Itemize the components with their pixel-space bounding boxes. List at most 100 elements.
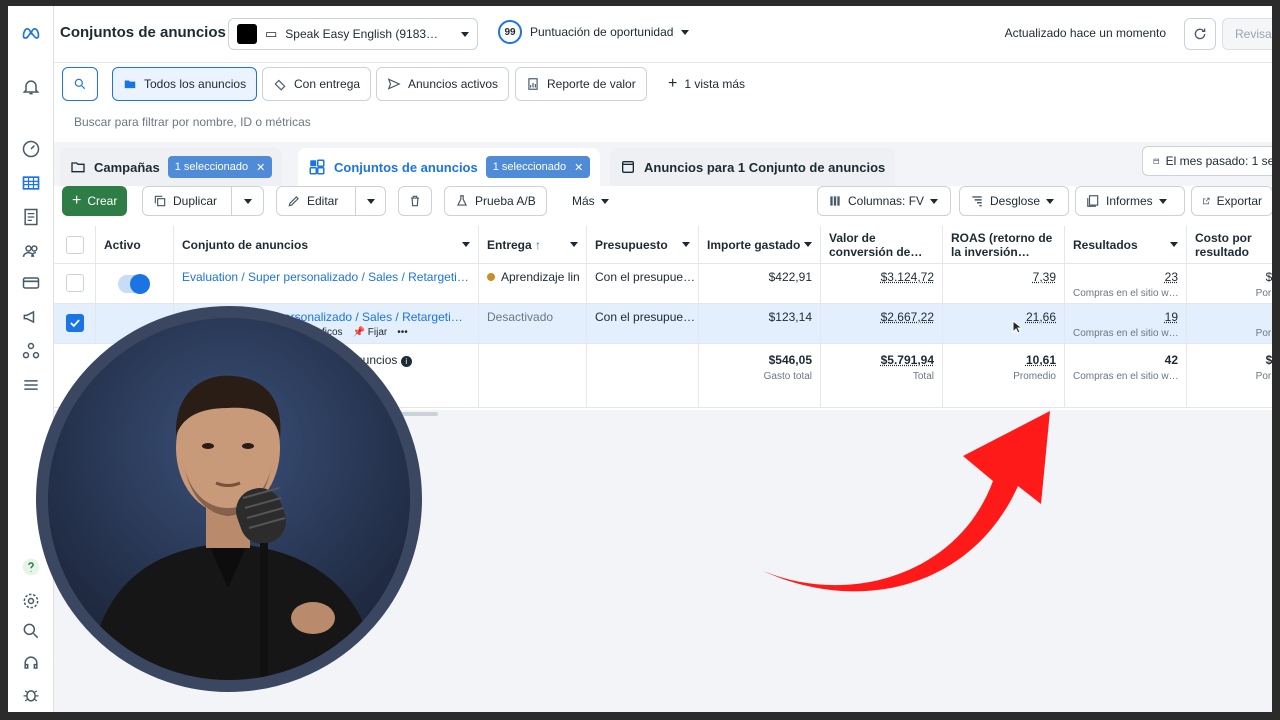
delivery-icon [274, 79, 286, 91]
chip-active-ads[interactable]: Anuncios activos [376, 67, 510, 101]
totals-budget-cell [587, 344, 699, 407]
header-results[interactable]: Resultados [1065, 226, 1187, 263]
search-button[interactable] [62, 67, 98, 101]
header-adset[interactable]: Conjunto de anuncios [174, 226, 479, 263]
active-toggle[interactable] [118, 274, 150, 294]
dashboard-gauge-icon[interactable] [16, 134, 46, 164]
close-icon[interactable]: ✕ [574, 161, 583, 174]
score-label: Puntuación de oportunidad [530, 25, 674, 39]
duplicate-button[interactable]: Duplicar [142, 186, 264, 216]
chevron-down-icon [600, 198, 609, 204]
chevron-down-icon [930, 198, 939, 204]
ad-account-selector[interactable]: ▭ Speak Easy English (9183… [228, 18, 478, 50]
header-label: Presupuesto [595, 237, 668, 252]
totals-results: 42 [1164, 353, 1178, 367]
tab-ads[interactable]: Anuncios para 1 Conjunto de anuncios [610, 148, 896, 186]
refresh-button[interactable] [1184, 18, 1216, 50]
edit-dropdown[interactable] [355, 187, 385, 215]
bug-report-icon[interactable] [16, 680, 46, 710]
delivery-status: Aprendizaje lin [501, 270, 580, 284]
tab-campaigns[interactable]: Campañas 1 seleccionado ✕ [60, 148, 283, 186]
chevron-down-icon [681, 29, 690, 35]
chip-with-delivery[interactable]: Con entrega [262, 67, 372, 101]
adsets-selected-pill[interactable]: 1 seleccionado ✕ [485, 156, 591, 178]
level-tabs: Campañas 1 seleccionado ✕ Conjuntos de an… [54, 142, 1272, 186]
select-all-checkbox[interactable] [65, 235, 84, 254]
results-type: Compras en el sitio w… [1073, 288, 1179, 299]
header-cost[interactable]: Costo por resultado [1187, 226, 1272, 263]
duplicate-dropdown[interactable] [231, 187, 263, 215]
chip-all-ads[interactable]: Todos los anuncios [112, 67, 258, 101]
breakdown-button[interactable]: Desglose [959, 186, 1069, 216]
roas-value: 7,39 [1032, 270, 1056, 284]
header-label: Importe gastado [707, 237, 801, 252]
updated-status: Actualizado hace un momento [1004, 26, 1166, 40]
folder-icon [124, 80, 136, 89]
chevron-down-icon [1170, 242, 1178, 247]
plus-icon: + [668, 75, 678, 92]
pin-icon: 📌 [352, 327, 366, 338]
adset-name-link[interactable]: Evaluation / Super personalizado / Sales… [174, 264, 479, 303]
header-roas[interactable]: ROAS (retorno de la inversión… [943, 226, 1065, 263]
row-select-cell [54, 264, 96, 303]
pages-catalog-icon[interactable] [16, 202, 46, 232]
chevron-down-icon [462, 242, 470, 247]
table-row[interactable]: Evaluation / Super personalizado / Sales… [54, 264, 1272, 304]
info-icon[interactable]: i [400, 356, 412, 367]
results-cell: 23 Compras en el sitio w… [1065, 264, 1187, 303]
audiences-icon[interactable] [16, 236, 46, 266]
date-range-label: El mes pasado: 1 sep [1165, 154, 1272, 168]
header-budget[interactable]: Presupuesto [587, 226, 699, 263]
campaigns-selected-pill[interactable]: 1 seleccionado ✕ [167, 156, 273, 178]
totals-delivery-cell [479, 344, 587, 407]
support-headset-icon[interactable] [16, 648, 46, 678]
tab-adsets[interactable]: Conjuntos de anuncios 1 seleccionado ✕ [298, 148, 601, 186]
header-active[interactable]: Activo [96, 226, 174, 263]
pin-action[interactable]: 📌 Fijar [353, 327, 388, 338]
totals-spent-sub: Gasto total [763, 371, 812, 382]
trash-icon [410, 195, 420, 207]
header-select-cell [54, 226, 96, 263]
header-spent[interactable]: Importe gastado [699, 226, 821, 263]
review-button[interactable]: Revisar [1222, 18, 1272, 50]
opportunity-score[interactable]: 99 Puntuación de oportunidad [498, 20, 690, 44]
chip-more-views[interactable]: + 1 vista más [658, 67, 755, 101]
ads-table-icon[interactable] [16, 168, 46, 198]
results-value: 19 [1164, 310, 1178, 324]
search-icon[interactable] [16, 616, 46, 646]
reports-button[interactable]: Informes [1075, 186, 1185, 216]
help-question-icon[interactable] [16, 552, 46, 582]
chip-value-report[interactable]: Reporte de valor [515, 67, 647, 101]
settings-gear-icon[interactable] [16, 586, 46, 616]
account-logo [237, 24, 257, 44]
filter-search-input[interactable]: Buscar para filtrar por nombre, ID o mét… [74, 115, 311, 129]
pill-label: 1 seleccionado [174, 161, 249, 173]
row-checkbox-checked[interactable] [66, 314, 84, 332]
menu-hamburger-icon[interactable] [16, 370, 46, 400]
totals-cost: $1 [1265, 353, 1272, 367]
campaign-megaphone-icon[interactable] [16, 302, 46, 332]
cost-cell: $1 Por c [1187, 264, 1272, 303]
more-button[interactable]: Más [562, 186, 619, 216]
search-icon [74, 78, 86, 90]
delete-button[interactable] [398, 186, 432, 216]
columns-button[interactable]: Columnas: FV [817, 186, 951, 216]
events-manager-icon[interactable] [16, 336, 46, 366]
close-icon[interactable]: ✕ [256, 161, 265, 174]
chevron-down-icon [804, 242, 812, 247]
export-button[interactable]: Exportar [1191, 186, 1272, 216]
totals-roas-sub: Promedio [1013, 371, 1056, 382]
more-actions-icon[interactable]: ••• [397, 327, 408, 338]
edit-button[interactable]: Editar [276, 186, 386, 216]
meta-logo-icon[interactable] [16, 18, 46, 48]
row-checkbox[interactable] [66, 274, 84, 292]
results-cell: 19 Compras en el sitio w… [1065, 304, 1187, 343]
ab-test-button[interactable]: Prueba A/B [444, 186, 547, 216]
billing-card-icon[interactable] [16, 268, 46, 298]
header-conv-value[interactable]: Valor de conversión de… [821, 226, 943, 263]
header-delivery[interactable]: Entrega ↑ [479, 226, 587, 263]
notifications-bell-icon[interactable] [16, 72, 46, 102]
date-range-picker[interactable]: El mes pasado: 1 sep [1142, 146, 1272, 176]
create-button[interactable]: + Crear [62, 186, 128, 216]
cost-type: Por c [1255, 288, 1272, 299]
